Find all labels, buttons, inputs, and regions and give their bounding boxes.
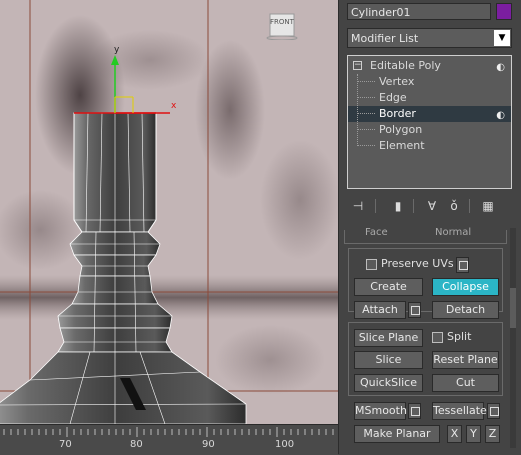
preserve-uvs-label: Preserve UVs: [381, 257, 454, 270]
modifier-stack-toolbar: ⊣ ▮ ∀ ǒ ▦: [347, 197, 512, 215]
detach-button[interactable]: Detach: [432, 301, 499, 319]
tessellate-button[interactable]: Tessellate: [432, 402, 487, 420]
svg-text:y: y: [114, 45, 120, 55]
configure-modifier-sets-icon[interactable]: ▦: [479, 197, 497, 215]
make-planar-button[interactable]: Make Planar: [354, 425, 440, 443]
ruler-label-90: 90: [202, 439, 215, 450]
ruler-label-100: 100: [275, 439, 295, 450]
stack-subitem-label: Edge: [379, 91, 407, 104]
stack-subitem-element[interactable]: Element: [348, 138, 511, 154]
cut-button[interactable]: Cut: [432, 374, 499, 392]
edit-geometry-rollout: Face Normal Preserve UVs Create Collapse…: [344, 227, 507, 454]
svg-text:x: x: [171, 101, 177, 111]
create-button[interactable]: Create: [354, 278, 423, 296]
planar-x-button[interactable]: X: [447, 425, 462, 443]
stack-subitem-label: Vertex: [379, 75, 415, 88]
pin-stack-icon[interactable]: ⊣: [349, 197, 367, 215]
stack-subitem-vertex[interactable]: Vertex: [348, 74, 511, 90]
stack-item-editable-poly[interactable]: − Editable Poly ◐: [348, 58, 511, 74]
viewcube-face-label: FRONT: [270, 18, 294, 26]
track-bar-ruler[interactable]: 70 80 90 100: [0, 424, 338, 455]
stack-item-label: Editable Poly: [370, 59, 441, 72]
modifier-stack[interactable]: − Editable Poly ◐ Vertex Edge Border ◐ P…: [347, 55, 512, 189]
stack-subitem-border[interactable]: Border ◐: [348, 106, 511, 122]
collapse-button[interactable]: Collapse: [432, 278, 499, 296]
rollout-partial-top: Face Normal: [344, 227, 507, 244]
panel-scrollbar[interactable]: [510, 228, 516, 448]
stack-subitem-edge[interactable]: Edge: [348, 90, 511, 106]
attach-button[interactable]: Attach: [354, 301, 406, 319]
viewport-scene: y x: [0, 0, 338, 424]
make-unique-icon[interactable]: ∀: [423, 197, 441, 215]
attach-list-button[interactable]: [408, 302, 421, 318]
tessellate-settings-button[interactable]: [487, 403, 500, 419]
front-viewport[interactable]: y x FRONT: [0, 0, 338, 424]
scrollbar-thumb[interactable]: [510, 288, 516, 328]
slice-plane-button[interactable]: Slice Plane: [354, 329, 423, 347]
stack-subitem-label: Border: [379, 107, 416, 120]
show-end-result-icon[interactable]: ▮: [389, 197, 407, 215]
remove-modifier-icon[interactable]: ǒ: [445, 197, 463, 215]
ruler-ticks: [3, 427, 334, 437]
preserve-uvs-settings-button[interactable]: [456, 257, 469, 273]
ruler-label-80: 80: [130, 439, 143, 450]
slice-button[interactable]: Slice: [354, 351, 423, 369]
collapse-icon[interactable]: −: [353, 61, 362, 70]
quickslice-button[interactable]: QuickSlice: [354, 374, 423, 392]
modifier-list-dropdown[interactable]: Modifier List ▼: [347, 28, 512, 48]
planar-z-button[interactable]: Z: [485, 425, 500, 443]
split-label: Split: [447, 330, 472, 343]
stack-subitem-label: Polygon: [379, 123, 423, 136]
split-checkbox[interactable]: [432, 332, 443, 343]
reset-plane-button[interactable]: Reset Plane: [432, 351, 499, 369]
ruler-label-70: 70: [59, 439, 72, 450]
planar-y-button[interactable]: Y: [466, 425, 481, 443]
viewcube[interactable]: FRONT: [266, 10, 298, 41]
msmooth-settings-button[interactable]: [408, 403, 421, 419]
object-name-field[interactable]: Cylinder01: [347, 3, 491, 20]
modifier-list-label: Modifier List: [351, 32, 419, 45]
stack-subitem-label: Element: [379, 139, 425, 152]
object-color-swatch[interactable]: [496, 3, 512, 20]
stack-subitem-polygon[interactable]: Polygon: [348, 122, 511, 138]
command-panel: Cylinder01 Modifier List ▼ − Editable Po…: [338, 0, 521, 454]
msmooth-button[interactable]: MSmooth: [354, 402, 407, 420]
preserve-uvs-checkbox[interactable]: [366, 259, 377, 270]
dropdown-arrow-icon: ▼: [494, 30, 510, 46]
